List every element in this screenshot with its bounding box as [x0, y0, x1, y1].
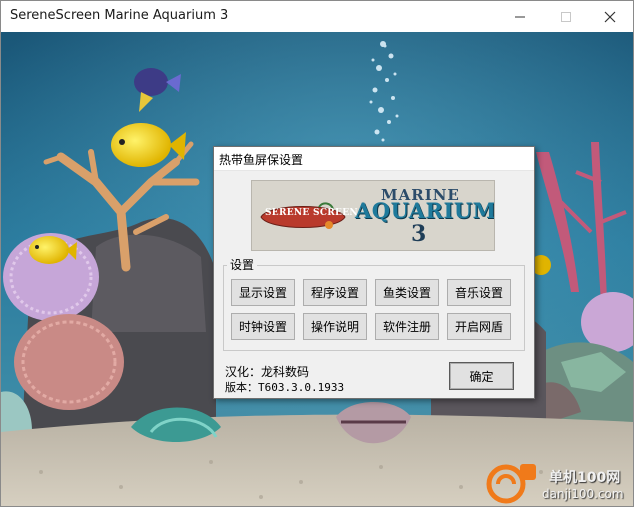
watermark-title: 单机100网: [549, 470, 621, 486]
dialog-title: 热带鱼屏保设置: [219, 153, 304, 167]
program-settings-button[interactable]: 程序设置: [303, 279, 367, 306]
close-button[interactable]: [587, 1, 633, 32]
minimize-button[interactable]: [497, 1, 543, 32]
instructions-button[interactable]: 操作说明: [303, 313, 367, 340]
product-banner: SERENE SCREEN MARINE AQUARIUM 3: [251, 180, 495, 251]
banner-aquarium: AQUARIUM: [355, 198, 495, 223]
maximize-button[interactable]: [543, 1, 589, 32]
localization-credit: 汉化：龙科数码: [225, 365, 310, 379]
clock-settings-button[interactable]: 时钟设置: [231, 313, 295, 340]
app-window: SereneScreen Marine Aquarium 3 热带鱼屏保设置 S…: [0, 0, 634, 507]
watermark-url: danji100.com: [542, 487, 624, 501]
ok-button[interactable]: 确定: [449, 362, 514, 390]
settings-dialog: 热带鱼屏保设置 SERENE SCREEN MARINE AQUARIUM 3 …: [213, 146, 535, 399]
maximize-icon: [561, 11, 571, 22]
fish-settings-button[interactable]: 鱼类设置: [375, 279, 439, 306]
watermark-logo-icon: [486, 464, 536, 504]
settings-group-label: 设置: [227, 256, 258, 273]
dialog-title-bar[interactable]: 热带鱼屏保设置: [214, 147, 534, 171]
music-settings-button[interactable]: 音乐设置: [447, 279, 511, 306]
banner-version-number: 3: [411, 221, 427, 247]
version-text: 版本：T603.3.0.1933: [225, 381, 345, 394]
register-button[interactable]: 软件注册: [375, 313, 439, 340]
window-title: SereneScreen Marine Aquarium 3: [10, 8, 229, 23]
display-settings-button[interactable]: 显示设置: [231, 279, 295, 306]
close-icon: [604, 11, 616, 22]
logo-text: SERENE SCREEN: [265, 208, 358, 218]
title-bar[interactable]: SereneScreen Marine Aquarium 3: [1, 1, 633, 32]
web-shield-button[interactable]: 开启网盾: [447, 313, 511, 340]
minimize-icon: [515, 16, 525, 17]
